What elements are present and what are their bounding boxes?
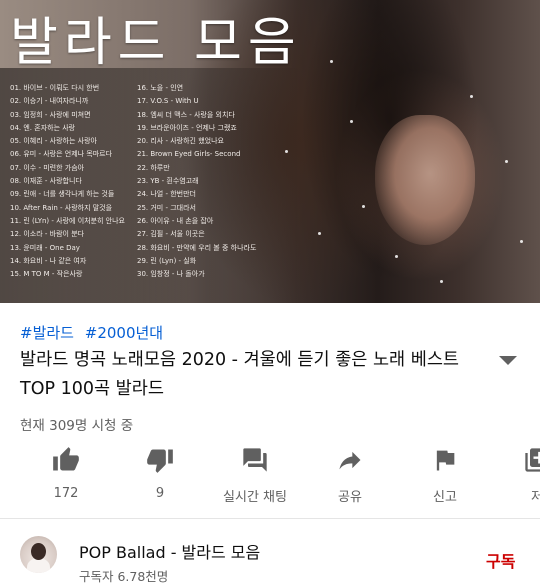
track-item: 11. 린 (LYn) - 사랑에 이처분히 안나요 (10, 216, 125, 225)
track-item: 01. 바이브 - 이뤄도 다시 한번 (10, 84, 100, 92)
track-item: 21. Brown Eyed Girls- Second (137, 150, 241, 159)
sparkle (395, 255, 398, 258)
like-count: 172 (53, 486, 79, 501)
track-item: 22. 하루만 (137, 163, 170, 172)
sparkle (440, 280, 443, 283)
track-item: 09. 린애 - 너를 생각나게 하는 것들 (10, 190, 115, 199)
track-item: 07. 이수 - 미련한 가슴아 (10, 163, 85, 172)
track-item: 29. 린 (Lyn) - 실화 (137, 256, 197, 265)
report-button[interactable]: 신고 (400, 446, 490, 505)
sparkle (330, 60, 333, 63)
track-item: 26. 아이유 - 내 손을 잡아 (137, 216, 214, 225)
track-item: 14. 화요비 - 나 같은 여자 (10, 256, 87, 265)
track-item: 19. 브라운아이즈 - 언제나 그랬죠 (137, 123, 237, 132)
track-item: 27. 김필 - 서울 이곳은 (137, 230, 205, 239)
thumbs-up-icon (53, 447, 79, 471)
live-chat-button[interactable]: 실시간 채팅 (210, 446, 300, 505)
track-item: 20. 리사 - 사랑하긴 했었나요 (137, 137, 224, 146)
track-item: 25. 거미 - 그대라서 (137, 203, 196, 212)
thumbs-down-icon (147, 449, 173, 473)
video-title: 발라드 명곡 노래모음 2020 - 겨울에 듣기 좋은 노래 베스트 TOP … (20, 350, 460, 399)
playlist-add-icon (525, 448, 540, 472)
track-item: 16. 노을 - 인연 (137, 84, 184, 92)
track-item: 02. 이승기 - 내여자라니까 (10, 97, 89, 106)
flag-icon (436, 450, 455, 471)
track-item: 23. YB - 흰수염고래 (137, 177, 199, 186)
expand-description-icon[interactable] (499, 356, 517, 365)
sparkle (362, 205, 365, 208)
avatar-figure-head (31, 543, 46, 560)
divider (0, 518, 540, 519)
sparkle (285, 150, 288, 153)
track-item: 06. 유미 - 사랑은 언제나 목마르다 (10, 150, 113, 159)
report-label: 신고 (433, 490, 457, 505)
track-item: 15. M TO M - 작은사랑 (10, 270, 83, 279)
track-item: 10. After Rain - 사랑하지 말것을 (10, 203, 113, 212)
sparkle (318, 232, 321, 235)
thumbnail-face (375, 115, 475, 245)
track-item: 30. 임창정 - 나 돌아가 (137, 270, 205, 279)
live-viewer-count: 현재 309명 시청 중 (20, 418, 134, 434)
chat-icon (243, 448, 267, 472)
channel-name[interactable]: POP Ballad - 발라드 모음 (79, 539, 260, 563)
subscriber-count: 구독자 6.78천명 (79, 569, 169, 584)
track-item: 18. 엠씨 더 맥스 - 사랑을 외치다 (137, 110, 235, 119)
save-label: 저 (531, 490, 540, 505)
track-item: 17. V.O.S - With U (137, 97, 199, 106)
subscribe-button[interactable]: 구독 (486, 548, 515, 572)
track-item: 13. 윤미래 - One Day (10, 243, 80, 252)
channel-avatar[interactable] (20, 536, 57, 573)
video-player[interactable]: 발라드 모음 01. 바이브 - 이뤄도 다시 한번 02. 이승기 - 내여자… (0, 0, 540, 303)
thumbnail-title: 발라드 모음 (10, 13, 302, 73)
hashtag-row: #발라드 #2000년대 (20, 322, 169, 343)
track-item: 08. 이재훈 - 사랑합니다 (10, 177, 82, 186)
sparkle (520, 240, 523, 243)
track-item: 03. 임정희 - 사랑에 미쳐면 (10, 110, 91, 119)
dislike-button[interactable]: 9 (115, 446, 205, 501)
sparkle (505, 160, 508, 163)
share-label: 공유 (338, 490, 362, 505)
action-bar: 172 9 실시간 채팅 공유 신고 저 (0, 446, 540, 510)
sparkle (350, 120, 353, 123)
live-chat-label: 실시간 채팅 (223, 490, 287, 505)
tracklist-right: 16. 노을 - 인연 17. V.O.S - With U 18. 엠씨 더 … (137, 82, 256, 281)
avatar-figure-body (27, 558, 50, 573)
track-item: 24. 나얼 - 한번만더 (137, 190, 196, 199)
tracklist-left: 01. 바이브 - 이뤄도 다시 한번 02. 이승기 - 내여자라니까 03.… (10, 82, 125, 281)
track-item: 05. 이혜리 - 사랑하는 사랑아 (10, 137, 97, 146)
save-button[interactable]: 저 (492, 446, 540, 505)
dislike-count: 9 (155, 486, 165, 501)
hashtag-link[interactable]: #2000년대 (85, 324, 163, 342)
track-item: 04. 엔. 혼자하는 사랑 (10, 123, 76, 132)
track-item: 28. 화요비 - 만약에 우리 볼 중 하나라도 (137, 243, 257, 252)
share-arrow-icon (339, 451, 361, 470)
hashtag-link[interactable]: #발라드 (20, 324, 74, 342)
like-button[interactable]: 172 (21, 446, 111, 501)
sparkle (470, 95, 473, 98)
share-button[interactable]: 공유 (305, 446, 395, 505)
track-item: 12. 이소라 - 바람이 분다 (10, 230, 85, 239)
